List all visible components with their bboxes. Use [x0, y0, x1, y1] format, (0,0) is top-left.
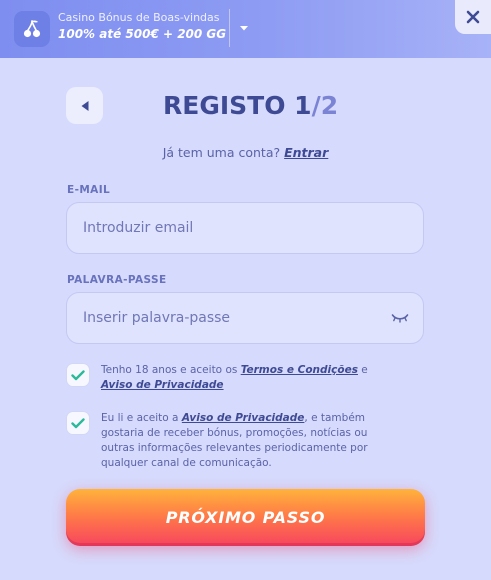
checkmark-icon — [71, 369, 85, 380]
close-icon — [466, 10, 480, 24]
checkmark-icon — [71, 417, 85, 428]
age-terms-text: Tenho 18 anos e aceito os Termos e Condi… — [101, 363, 401, 393]
bonus-title: Casino Bónus de Boas-vindas — [58, 11, 220, 24]
login-link[interactable]: Entrar — [284, 145, 328, 160]
banner-divider — [229, 9, 230, 47]
password-label: PALAVRA-PASSE — [67, 274, 167, 286]
password-visibility-toggle[interactable] — [389, 310, 411, 326]
eye-closed-icon — [391, 314, 409, 323]
privacy-link[interactable]: Aviso de Privacidade — [101, 379, 224, 391]
close-button[interactable] — [455, 0, 491, 34]
step-total: /2 — [311, 91, 339, 120]
cherries-icon — [14, 11, 50, 47]
login-prompt: Já tem uma conta? Entrar — [0, 145, 491, 160]
bonus-dropdown-button[interactable] — [235, 18, 253, 38]
triangle-left-icon — [81, 100, 88, 111]
password-field[interactable] — [66, 292, 424, 344]
terms-link[interactable]: Termos e Condições — [241, 364, 358, 376]
marketing-consent-checkbox[interactable] — [66, 411, 90, 435]
bonus-banner[interactable]: Casino Bónus de Boas-vindas 100% até 500… — [0, 0, 491, 58]
marketing-consent-text: Eu li e aceito a Aviso de Privacidade, e… — [101, 411, 401, 471]
caret-down-icon — [240, 25, 248, 30]
consent-text: Tenho 18 anos e aceito os — [101, 364, 241, 376]
email-label: E-MAIL — [67, 184, 111, 196]
next-step-button[interactable]: PRÓXIMO PASSO — [66, 489, 425, 546]
age-terms-checkbox[interactable] — [66, 363, 90, 387]
privacy-link[interactable]: Aviso de Privacidade — [182, 412, 305, 424]
consent-text: e — [357, 364, 368, 376]
page-title: REGISTO 1/2 — [163, 88, 338, 124]
consent-text: Eu li e aceito a — [101, 412, 182, 424]
page-title-text: REGISTO 1 — [163, 91, 312, 120]
bonus-offer: 100% até 500€ + 200 GG — [58, 27, 227, 41]
login-prompt-text: Já tem uma conta? — [162, 145, 281, 160]
back-button[interactable] — [66, 87, 103, 124]
bonus-text: Casino Bónus de Boas-vindas 100% até 500… — [58, 11, 226, 42]
email-field[interactable] — [66, 202, 424, 254]
